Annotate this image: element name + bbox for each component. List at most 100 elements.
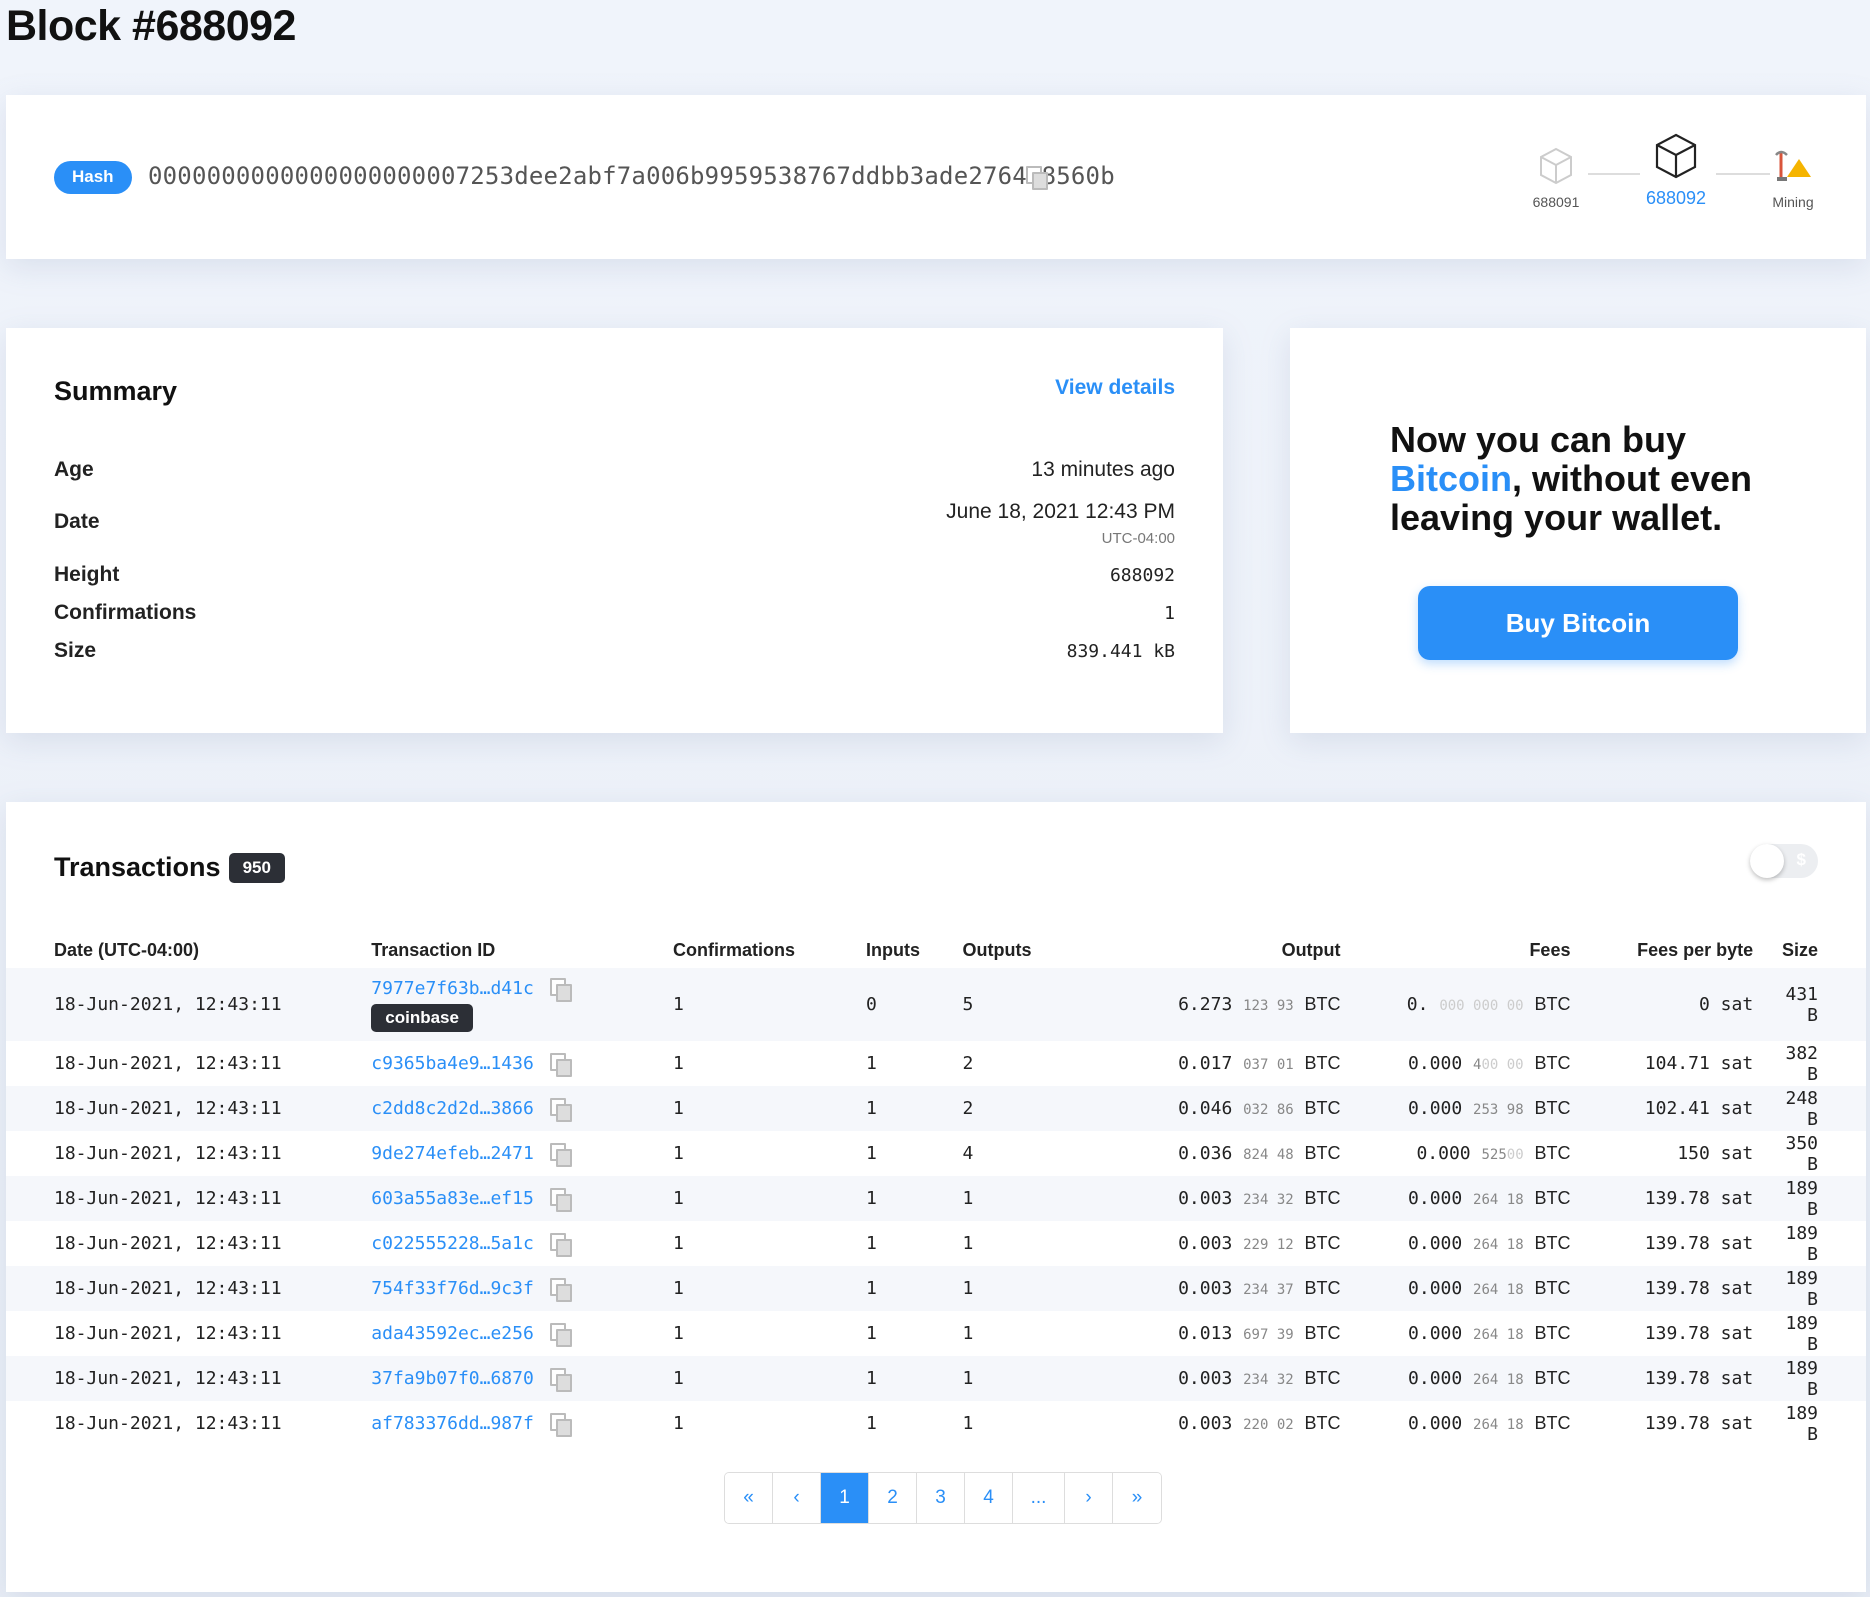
fee-faint-digits: 00 00 — [1481, 1057, 1524, 1073]
tx-confirmations: 1 — [673, 1143, 684, 1164]
tx-id-link[interactable]: 37fa9b07f0…6870 — [371, 1368, 534, 1389]
buy-bitcoin-button[interactable]: Buy Bitcoin — [1418, 586, 1738, 660]
tx-fee-amount: 0.000 264 18 BTC — [1347, 1221, 1577, 1266]
tx-id-link[interactable]: 754f33f76d…9c3f — [371, 1278, 534, 1299]
tx-date: 18-Jun-2021, 12:43:11 — [54, 1233, 282, 1254]
fee-main: 0.000 — [1408, 1053, 1463, 1074]
tx-inputs: 1 — [866, 1143, 877, 1164]
toggle-knob — [1750, 844, 1784, 878]
prev-block-number: 688091 — [1532, 194, 1580, 210]
copy-icon[interactable] — [549, 1232, 572, 1257]
mining-link[interactable]: Mining — [1758, 147, 1828, 210]
tx-size: 189 B — [1785, 1357, 1818, 1400]
tx-id-link[interactable]: ada43592ec…e256 — [371, 1323, 534, 1344]
view-details-link[interactable]: View details — [1055, 376, 1175, 400]
tx-confirmations: 1 — [673, 1233, 684, 1254]
tx-id-cell: 603a55a83e…ef15 — [365, 1176, 667, 1221]
page-first-button[interactable]: « — [725, 1473, 773, 1523]
col-size: Size — [1781, 939, 1818, 960]
btc-unit: BTC — [1534, 1323, 1571, 1343]
tx-outputs: 1 — [962, 1413, 974, 1434]
output-main: 0.017 — [1178, 1053, 1233, 1074]
tx-outputs: 2 — [962, 1053, 974, 1074]
fee-small-digits: 253 98 — [1473, 1102, 1524, 1118]
btc-unit: BTC — [1534, 1233, 1571, 1253]
tx-fee-amount: 0.000 264 18 BTC — [1347, 1266, 1577, 1311]
tx-inputs: 1 — [866, 1278, 877, 1299]
tx-output-amount: 6.273 123 93 BTC — [1100, 968, 1346, 1041]
table-row: 18-Jun-2021, 12:43:11 754f33f76d…9c3f 1 1 1 0… — [6, 1266, 1866, 1311]
tx-inputs: 0 — [866, 994, 877, 1015]
tx-outputs: 2 — [962, 1098, 974, 1119]
btc-unit: BTC — [1304, 1323, 1341, 1343]
page-prev-button[interactable]: ‹ — [773, 1473, 821, 1523]
date-label: Date — [54, 510, 100, 533]
tx-id-link[interactable]: c022555228…5a1c — [371, 1233, 534, 1254]
tx-size: 189 B — [1785, 1177, 1818, 1220]
copy-icon[interactable] — [549, 1367, 572, 1392]
btc-unit: BTC — [1534, 1278, 1571, 1298]
col-outputs: Outputs — [962, 939, 1032, 960]
tx-outputs: 1 — [962, 1368, 974, 1389]
output-main: 0.036 — [1178, 1143, 1233, 1164]
tx-id-link[interactable]: 7977e7f63b…d41c — [371, 978, 534, 999]
fee-main: 0.000 — [1408, 1098, 1463, 1119]
copy-icon[interactable] — [549, 1187, 572, 1212]
btc-unit: BTC — [1304, 1053, 1341, 1073]
hash-badge: Hash — [54, 161, 132, 194]
tx-output-amount: 0.003 234 32 BTC — [1100, 1176, 1346, 1221]
page-2-button[interactable]: 2 — [869, 1473, 917, 1523]
page-last-button[interactable]: » — [1113, 1473, 1161, 1523]
tx-inputs: 1 — [866, 1098, 877, 1119]
output-main: 0.013 — [1178, 1323, 1233, 1344]
prev-block-link[interactable]: 688091 — [1526, 147, 1586, 210]
copy-icon[interactable] — [549, 1412, 572, 1437]
currency-toggle[interactable]: $ — [1750, 844, 1818, 878]
output-main: 0.003 — [1178, 1188, 1233, 1209]
tx-id-link[interactable]: 603a55a83e…ef15 — [371, 1188, 534, 1209]
tx-id-link[interactable]: c2dd8c2d2d…3866 — [371, 1098, 534, 1119]
btc-unit: BTC — [1304, 1188, 1341, 1208]
tx-size: 248 B — [1785, 1087, 1818, 1130]
fee-small-digits: 264 18 — [1473, 1417, 1524, 1433]
page-1-button[interactable]: 1 — [821, 1473, 869, 1523]
output-main: 0.046 — [1178, 1098, 1233, 1119]
btc-unit: BTC — [1534, 1143, 1571, 1163]
tx-fee-per-byte: 102.41 sat — [1644, 1098, 1754, 1119]
tx-id-link[interactable]: af783376dd…987f — [371, 1413, 534, 1434]
tx-size: 431 B — [1785, 983, 1818, 1026]
tx-output-amount: 0.046 032 86 BTC — [1100, 1086, 1346, 1131]
copy-icon[interactable] — [549, 977, 572, 1002]
pagination: « ‹ 1 2 3 4 ... › » — [724, 1472, 1162, 1524]
output-main: 0.003 — [1178, 1368, 1233, 1389]
tx-id-link[interactable]: 9de274efeb…2471 — [371, 1143, 534, 1164]
output-small-digits: 697 39 — [1243, 1327, 1294, 1343]
table-header-row: Date (UTC-04:00) Transaction ID Confirma… — [6, 932, 1866, 968]
page-3-button[interactable]: 3 — [917, 1473, 965, 1523]
btc-unit: BTC — [1304, 1098, 1341, 1118]
tx-fee-amount: 0.000 264 18 BTC — [1347, 1176, 1577, 1221]
tx-confirmations: 1 — [673, 1413, 684, 1434]
copy-icon[interactable] — [549, 1142, 572, 1167]
nav-connector — [1588, 173, 1640, 175]
current-block: 688092 — [1636, 133, 1716, 209]
summary-card: Summary View details Age 13 minutes ago … — [6, 328, 1223, 733]
btc-unit: BTC — [1304, 1278, 1341, 1298]
output-main: 0.003 — [1178, 1278, 1233, 1299]
btc-unit: BTC — [1304, 1143, 1341, 1163]
copy-icon[interactable] — [549, 1322, 572, 1347]
tx-size: 189 B — [1785, 1222, 1818, 1265]
date-value-block: June 18, 2021 12:43 PM UTC-04:00 — [946, 500, 1175, 547]
copy-icon[interactable] — [1026, 166, 1048, 190]
copy-icon[interactable] — [549, 1052, 572, 1077]
tx-date: 18-Jun-2021, 12:43:11 — [54, 1368, 282, 1389]
btc-unit: BTC — [1534, 994, 1571, 1014]
transactions-body: 18-Jun-2021, 12:43:11 7977e7f63b…d41c coin… — [6, 968, 1866, 1446]
block-hash[interactable]: 0000000000000000000007253dee2abf7a006b99… — [148, 162, 1115, 190]
promo-accent: Bitcoin — [1390, 458, 1512, 499]
page-4-button[interactable]: 4 — [965, 1473, 1013, 1523]
copy-icon[interactable] — [549, 1277, 572, 1302]
page-next-button[interactable]: › — [1065, 1473, 1113, 1523]
copy-icon[interactable] — [549, 1097, 572, 1122]
tx-id-link[interactable]: c9365ba4e9…1436 — [371, 1053, 534, 1074]
